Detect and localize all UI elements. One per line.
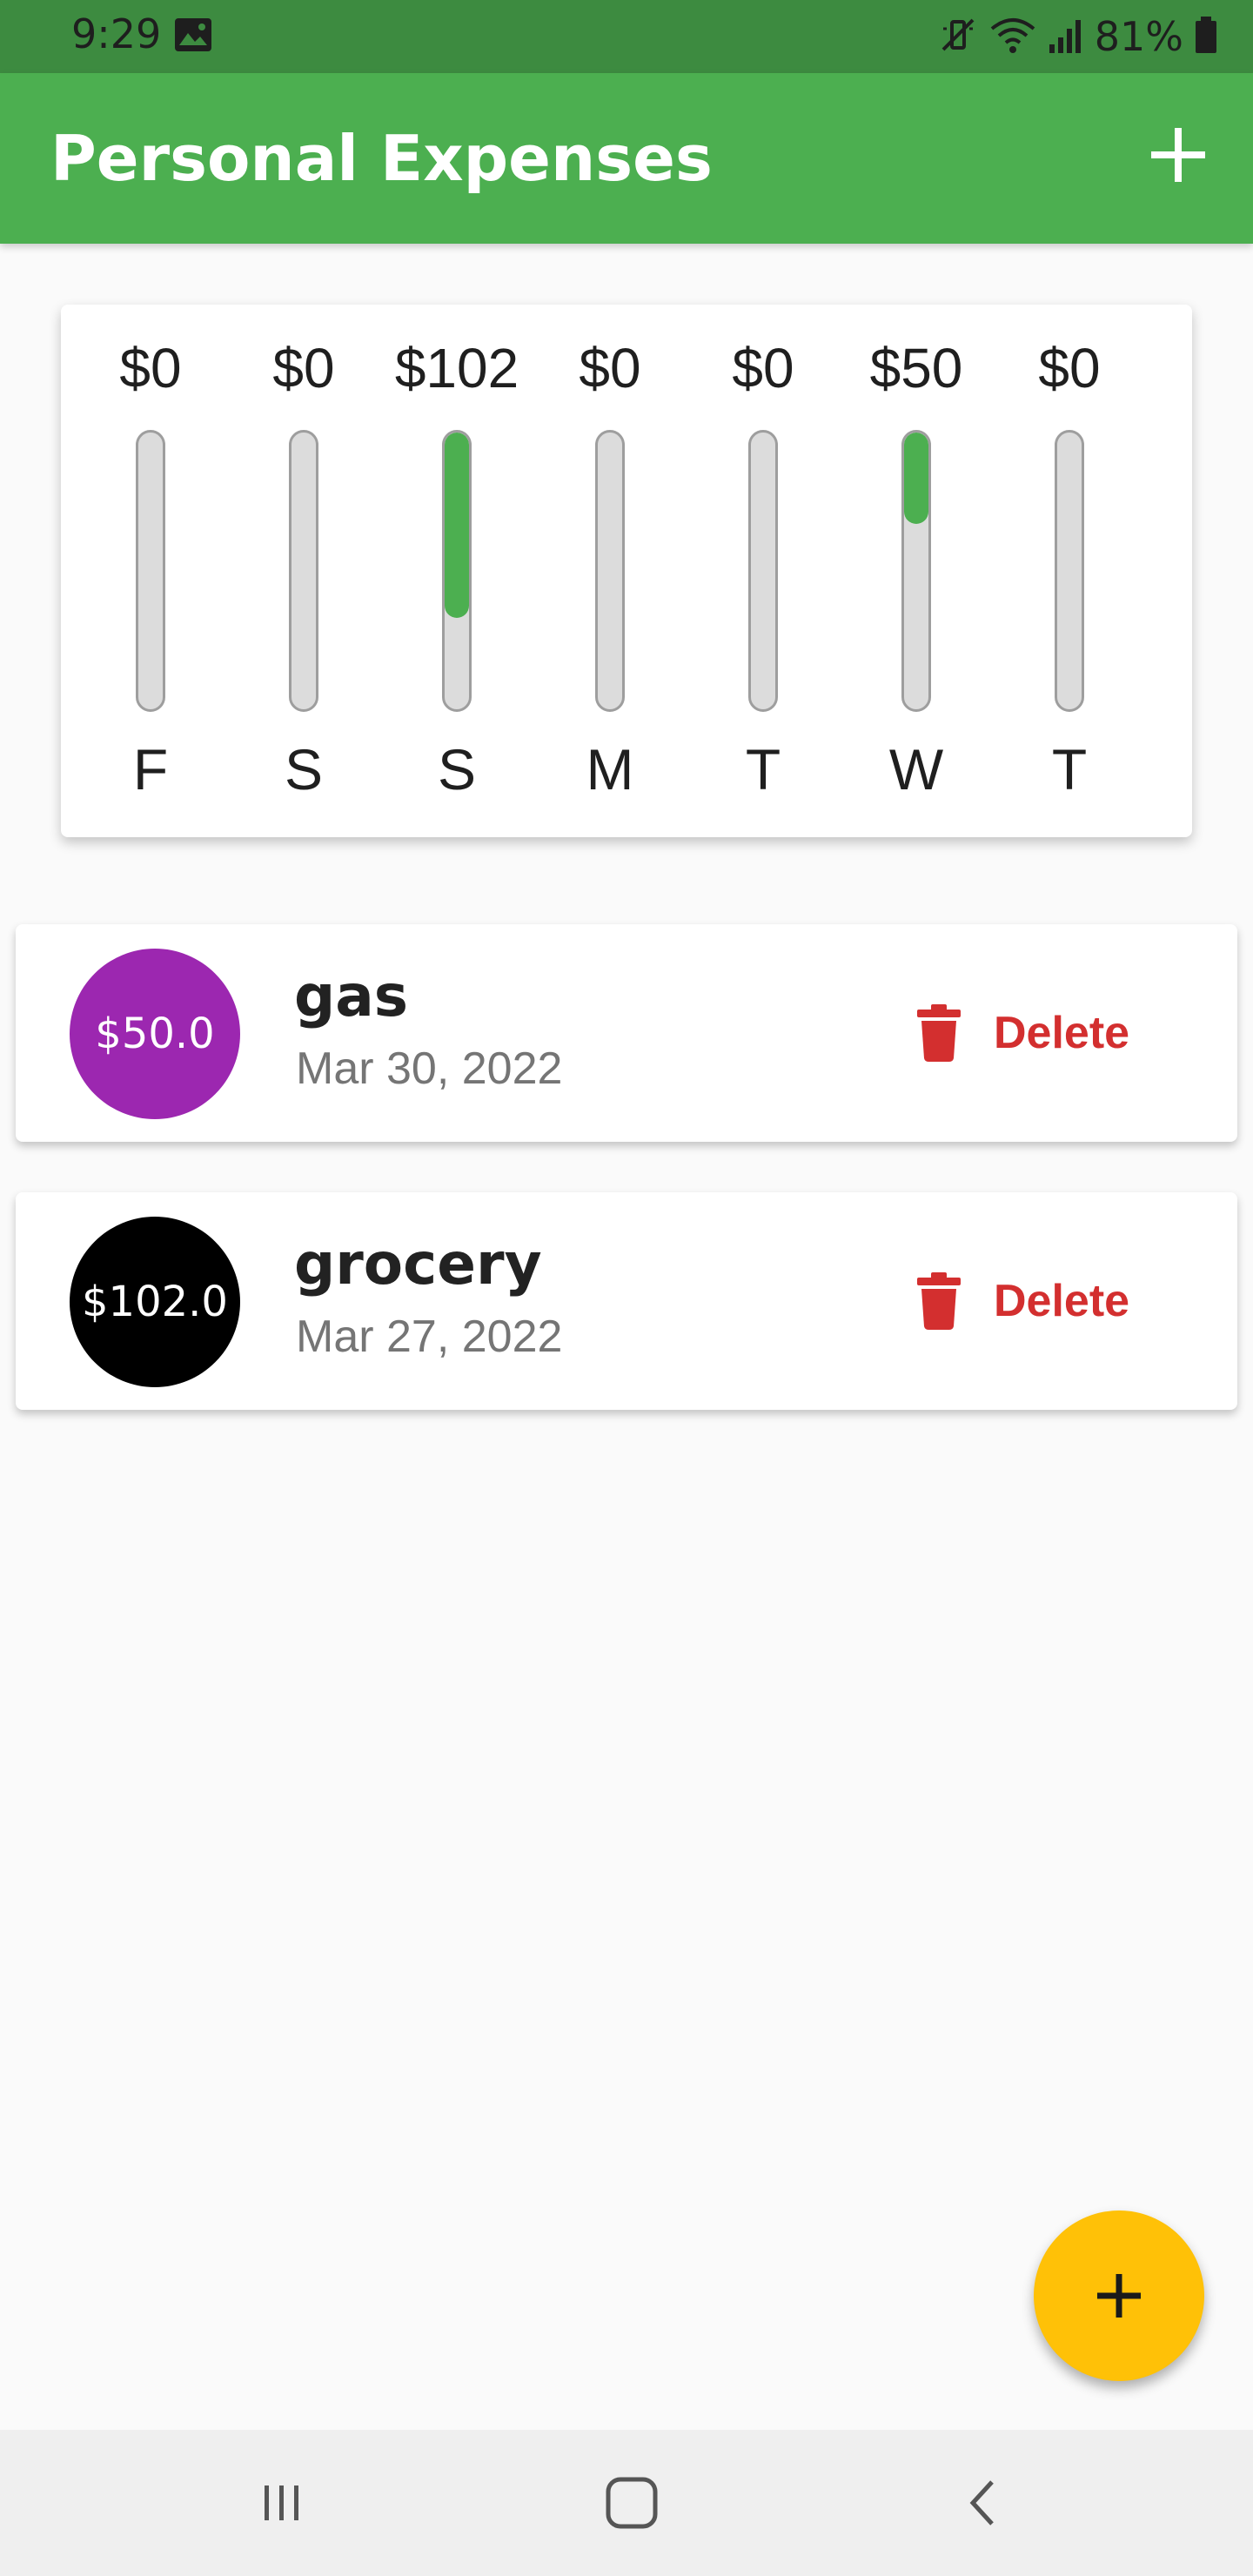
add-transaction-fab[interactable]: [1034, 2210, 1204, 2381]
bar-track: [136, 430, 165, 712]
bar-track: [289, 430, 318, 712]
chart-bar-group: $102 S: [380, 305, 533, 837]
recent-apps-button[interactable]: [247, 2468, 317, 2538]
recent-apps-icon: [265, 2485, 298, 2520]
app-bar: Personal Expenses: [0, 73, 1253, 244]
signal-icon: [1048, 15, 1084, 58]
battery-percent: 81%: [1094, 13, 1183, 60]
app-title: Personal Expenses: [50, 122, 713, 195]
back-icon: [969, 2480, 994, 2526]
chart-bar-group: $0 T: [687, 305, 840, 837]
delete-label: Delete: [994, 1008, 1130, 1058]
chart-bar-group: $0 T: [993, 305, 1146, 837]
transaction-item: $102.0 grocery Mar 27, 2022 Delete: [16, 1192, 1237, 1410]
bar-day-label: T: [745, 737, 781, 802]
status-icons: 81%: [938, 9, 1218, 64]
amount-avatar: $102.0: [70, 1217, 240, 1387]
bar-day-label: F: [132, 737, 169, 802]
trash-icon: [917, 1004, 961, 1062]
bar-track: [748, 430, 778, 712]
delete-label: Delete: [994, 1276, 1130, 1326]
gallery-icon: [174, 17, 212, 52]
plus-icon: [1097, 2274, 1141, 2318]
chart-bar-group: $0 M: [533, 305, 687, 837]
wifi-icon: [988, 15, 1037, 58]
chart-bar-group: $0 S: [227, 305, 380, 837]
bar-track: [901, 430, 931, 712]
transaction-date: Mar 27, 2022: [296, 1311, 563, 1362]
bar-day-label: T: [1051, 737, 1088, 802]
bar-amount-label: $0: [732, 337, 794, 399]
bar-amount-label: $0: [579, 337, 641, 399]
bar-track: [1055, 430, 1084, 712]
transaction-title: gas: [294, 963, 409, 1030]
back-button[interactable]: [948, 2468, 1018, 2538]
navigation-bar: [0, 2430, 1253, 2576]
home-icon: [606, 2477, 658, 2529]
transaction-item: $50.0 gas Mar 30, 2022 Delete: [16, 924, 1237, 1142]
bar-day-label: S: [437, 737, 477, 802]
home-button[interactable]: [597, 2468, 667, 2538]
plus-icon: [1151, 128, 1205, 182]
bar-fill: [904, 433, 928, 524]
status-time: 9:29: [71, 10, 162, 57]
amount-avatar: $50.0: [70, 949, 240, 1119]
trash-icon: [917, 1272, 961, 1330]
bar-amount-label: $0: [119, 337, 182, 399]
bar-amount-label: $102: [394, 337, 519, 399]
transaction-date: Mar 30, 2022: [296, 1043, 563, 1094]
chart-bar-group: $0 F: [74, 305, 227, 837]
delete-button[interactable]: Delete: [917, 1262, 1129, 1340]
mute-vibrate-icon: [938, 15, 978, 58]
bar-amount-label: $0: [272, 337, 335, 399]
bar-amount-label: $50: [869, 337, 963, 399]
chart-bar-group: $50 W: [840, 305, 993, 837]
bar-day-label: S: [284, 737, 324, 802]
transaction-title: grocery: [294, 1231, 542, 1298]
bar-day-label: W: [888, 737, 944, 802]
status-bar: 9:29 81%: [0, 0, 1253, 73]
battery-icon: [1194, 15, 1218, 58]
bar-fill: [445, 433, 469, 618]
weekly-chart: $0 F $0 S $102 S $0 M $0 T $50 W $0 T: [61, 305, 1192, 837]
bar-track: [442, 430, 472, 712]
delete-button[interactable]: Delete: [917, 994, 1129, 1072]
add-expense-button[interactable]: [1136, 113, 1220, 197]
bar-amount-label: $0: [1038, 337, 1101, 399]
bar-track: [595, 430, 625, 712]
bar-day-label: M: [586, 737, 634, 802]
